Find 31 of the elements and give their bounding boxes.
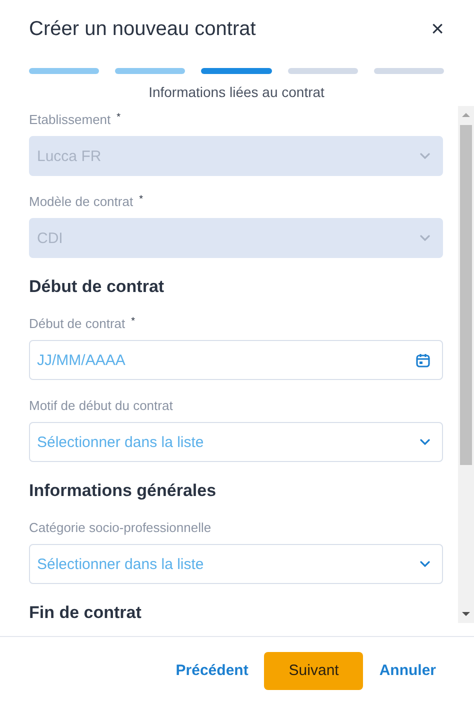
date-field[interactable]: JJ/MM/AAAA [29, 340, 443, 380]
scrollbar[interactable] [458, 106, 474, 623]
progress-step [115, 68, 186, 74]
close-button[interactable]: × [429, 18, 446, 40]
step-caption: Informations liées au contrat [148, 84, 326, 100]
progress-step [374, 68, 444, 74]
field-label: Motif de début du contrat [29, 398, 173, 413]
required-mark: * [139, 194, 143, 205]
select-field[interactable]: Sélectionner dans la liste [29, 544, 443, 584]
link-button[interactable]: Annuler [379, 662, 436, 679]
chevron-down-icon [420, 153, 430, 159]
calendar-icon [416, 352, 430, 368]
chevron-down-icon [420, 235, 430, 241]
next-button[interactable]: Suivant [264, 652, 364, 690]
chevron-down-icon [420, 561, 430, 567]
section-heading: Début de contrat [29, 276, 166, 298]
field-label: Catégorie socio-professionnelle [29, 520, 212, 535]
field-label: Modèle de contrat [29, 194, 134, 209]
progress-step [201, 68, 272, 74]
dialog-title: Créer un nouveau contrat [29, 18, 256, 40]
progress-step [29, 68, 100, 74]
link-button[interactable]: Précédent [176, 662, 248, 679]
section-heading: Informations générales [29, 480, 218, 502]
field-label: Etablissement [29, 112, 111, 127]
section-heading: Fin de contrat [29, 602, 142, 624]
field-label: Début de contrat [29, 316, 126, 331]
chevron-down-icon [420, 439, 430, 445]
select-field[interactable]: Sélectionner dans la liste [29, 422, 443, 462]
required-mark: * [116, 112, 121, 123]
progress-step [288, 68, 358, 74]
required-mark: * [131, 316, 136, 327]
